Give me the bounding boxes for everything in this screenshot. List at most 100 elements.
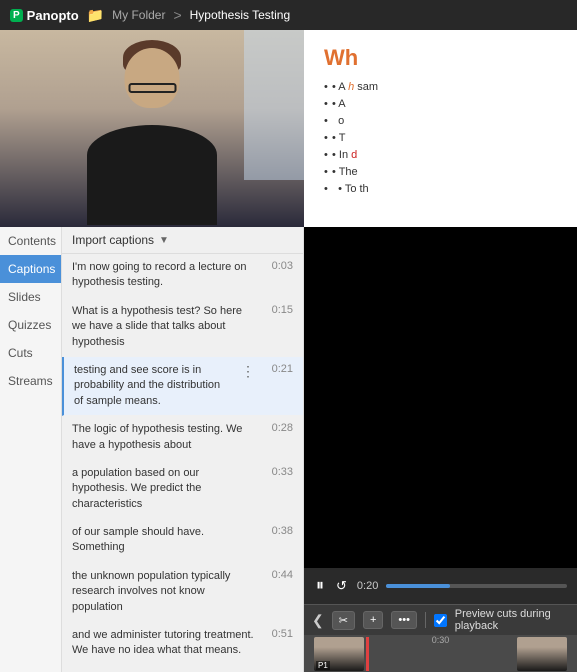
logo: P Panopto [10, 8, 79, 23]
caption-item-8[interactable]: and we administer tutoring treatment. We… [62, 622, 303, 666]
playback-area: ⏸ ↺ 0:20 ❮ ✂ + ••• Previ [304, 227, 577, 672]
sidebar: Contents Captions Slides Quizzes Cuts St… [0, 227, 62, 672]
slide-bullet-2: • A [324, 98, 567, 110]
progress-bar[interactable] [386, 584, 567, 588]
video-feed [0, 30, 304, 227]
nav-captions-label: Captions [8, 262, 55, 276]
slide-title: Wh [324, 45, 567, 71]
scissors-button[interactable]: ✂ [332, 611, 355, 630]
plus-icon: + [370, 614, 376, 626]
player-controls: ⏸ ↺ 0:20 [304, 568, 577, 604]
ellipsis-icon: ••• [398, 614, 410, 626]
person-head [125, 48, 180, 108]
breadcrumb-folder[interactable]: My Folder [112, 8, 165, 22]
add-cut-button[interactable]: + [363, 611, 383, 629]
caption-time-8: 0:51 [265, 628, 293, 659]
timeline-area: ❮ ✂ + ••• Preview cuts during playback 0… [304, 604, 577, 672]
main-area: Wh • A h sam • A o • T • In d • The • To… [0, 30, 577, 227]
progress-fill [386, 584, 449, 588]
caption-item-7[interactable]: the unknown population typically researc… [62, 563, 303, 622]
caption-text-7: the unknown population typically researc… [72, 569, 257, 615]
slide-bullet-5: • In d [324, 149, 567, 161]
caption-item-6[interactable]: of our sample should have. Something 0:3… [62, 519, 303, 563]
player-video[interactable] [304, 227, 577, 568]
scissors-icon: ✂ [339, 614, 348, 627]
caption-item-1[interactable]: I'm now going to record a lecture on hyp… [62, 254, 303, 298]
video-panel [0, 30, 304, 227]
caption-item-3[interactable]: testing and see score is in probability … [62, 357, 303, 416]
caption-menu-icon-3[interactable]: ⋮ [239, 363, 257, 409]
slide-panel: Wh • A h sam • A o • T • In d • The • To… [304, 30, 577, 227]
slide-bullet-6: • The [324, 166, 567, 178]
caption-time-6: 0:38 [265, 525, 293, 556]
toolbar-separator [425, 612, 426, 628]
timeline-thumb-2 [517, 637, 567, 671]
caption-item-4[interactable]: The logic of hypothesis testing. We have… [62, 416, 303, 460]
timeline-track[interactable]: 0:30 P1 [304, 635, 577, 672]
caption-text-6: of our sample should have. Something [72, 525, 257, 556]
caption-text-2: What is a hypothesis test? So here we ha… [72, 304, 257, 350]
person-body [87, 125, 217, 225]
cut-marker-1 [366, 637, 369, 671]
caption-text-8: and we administer tutoring treatment. We… [72, 628, 257, 659]
time-display: 0:20 [357, 580, 378, 592]
timeline-time-label: 0:30 [432, 635, 450, 645]
content-wrapper: Contents Captions Slides Quizzes Cuts St… [0, 227, 577, 672]
caption-text-1: I'm now going to record a lecture on hyp… [72, 260, 257, 291]
folder-name: My Folder [112, 8, 165, 22]
caption-time-3: 0:21 [265, 363, 293, 409]
caption-item-5[interactable]: a population based on our hypothesis. We… [62, 460, 303, 519]
nav-quizzes-label: Quizzes [8, 318, 51, 332]
nav-slides-label: Slides [8, 290, 41, 304]
panopto-logo-icon: P [10, 9, 23, 22]
breadcrumb-separator-2: > [173, 7, 181, 23]
sidebar-item-quizzes[interactable]: Quizzes [0, 311, 61, 339]
thumb-label-1: P1 [316, 661, 330, 670]
slide-bullet-7: • To th [324, 183, 567, 195]
caption-time-2: 0:15 [265, 304, 293, 350]
preview-checkbox[interactable] [434, 614, 447, 627]
caption-text-4: The logic of hypothesis testing. We have… [72, 422, 257, 453]
slide-bullets: • A h sam • A o • T • In d • The • To th [324, 81, 567, 195]
import-captions-label: Import captions [72, 233, 154, 247]
caption-time-4: 0:28 [265, 422, 293, 453]
pause-button[interactable]: ⏸ [314, 577, 326, 595]
caption-time-7: 0:44 [265, 569, 293, 615]
sidebar-item-cuts[interactable]: Cuts [0, 339, 61, 367]
thumb-person-2 [517, 637, 567, 671]
caption-time-5: 0:33 [265, 466, 293, 512]
preview-label: Preview cuts during playback [455, 608, 569, 632]
breadcrumb-separator-1: 📁 [87, 7, 104, 24]
captions-list: I'm now going to record a lecture on hyp… [62, 254, 303, 672]
page-title: Hypothesis Testing [190, 8, 291, 22]
background-window [244, 30, 304, 180]
sidebar-item-captions[interactable]: Captions [0, 255, 61, 283]
nav-streams-label: Streams [8, 374, 53, 388]
slide-bullet-3: o [324, 115, 567, 127]
captions-wrapper: Import captions ▼ I'm now going to recor… [62, 227, 304, 672]
captions-import-button[interactable]: Import captions ▼ [62, 227, 303, 254]
caption-item-9[interactable]: Research study. Example. You can read th… [62, 666, 303, 672]
sidebar-item-contents[interactable]: Contents [0, 227, 61, 255]
timeline-toolbar: ❮ ✂ + ••• Preview cuts during playback [304, 605, 577, 635]
timeline-back-button[interactable]: ❮ [312, 612, 324, 629]
top-bar: P Panopto 📁 My Folder > Hypothesis Testi… [0, 0, 577, 30]
person-background [0, 30, 304, 227]
nav-contents-label: Contents [8, 234, 56, 248]
caption-text-5: a population based on our hypothesis. We… [72, 466, 257, 512]
timeline-thumb-1: P1 [314, 637, 364, 671]
slide-bullet-1: • A h sam [324, 81, 567, 93]
caption-item-2[interactable]: What is a hypothesis test? So here we ha… [62, 298, 303, 357]
nav-cuts-label: Cuts [8, 346, 33, 360]
rewind-button[interactable]: ↺ [334, 578, 349, 594]
person-glasses [128, 83, 176, 93]
more-options-button[interactable]: ••• [391, 611, 417, 629]
caption-time-1: 0:03 [265, 260, 293, 291]
caption-text-3: testing and see score is in probability … [74, 363, 231, 409]
sidebar-item-slides[interactable]: Slides [0, 283, 61, 311]
slide-content: Wh • A h sam • A o • T • In d • The • To… [304, 30, 577, 227]
app-name: Panopto [27, 8, 79, 23]
sidebar-item-streams[interactable]: Streams [0, 367, 61, 395]
chevron-down-icon: ▼ [159, 235, 169, 246]
slide-bullet-4: • T [324, 132, 567, 144]
